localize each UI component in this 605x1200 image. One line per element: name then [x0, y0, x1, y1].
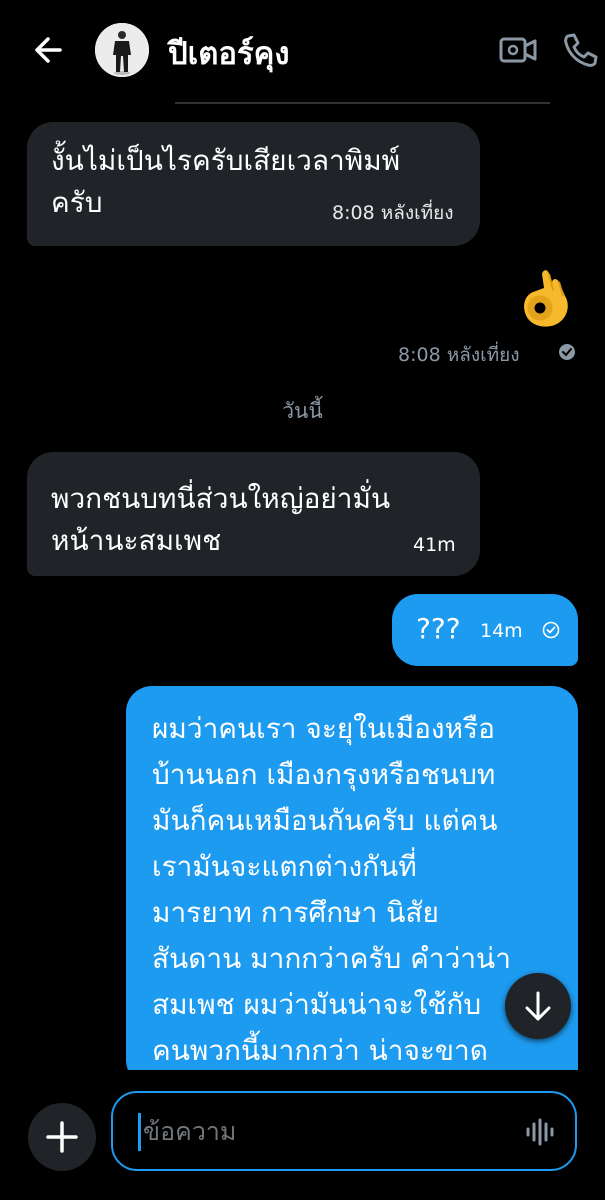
message-timestamp: 8:08 หลังเที่ยง — [398, 344, 520, 366]
scroll-to-bottom-button[interactable] — [505, 973, 571, 1039]
back-arrow-icon[interactable] — [30, 30, 70, 70]
arrow-down-icon — [525, 991, 551, 1021]
chat-header: ปีเตอร์คุง — [0, 0, 605, 100]
video-call-icon[interactable] — [498, 32, 538, 68]
text-cursor — [138, 1113, 141, 1151]
add-attachment-button[interactable] — [28, 1103, 96, 1171]
header-divider — [175, 102, 550, 104]
message-input-placeholder: ข้อความ — [143, 1117, 237, 1146]
message-text: ??? — [416, 612, 461, 645]
day-separator: วันนี้ — [282, 399, 323, 423]
message-timestamp: 14m — [480, 620, 523, 642]
voice-message-icon[interactable] — [523, 1115, 557, 1149]
sent-check-icon — [559, 344, 575, 360]
message-input[interactable]: ข้อความ — [111, 1091, 577, 1171]
contact-name[interactable]: ปีเตอร์คุง — [168, 28, 290, 78]
incoming-message-bubble[interactable]: พวกชนบทนี่ส่วนใหญ่อย่ามั่น หน้านะสมเพช 4… — [27, 452, 480, 576]
message-text: พวกชนบทนี่ส่วนใหญ่อย่ามั่น หน้านะสมเพช — [51, 482, 391, 557]
sent-check-icon — [542, 621, 560, 639]
phone-icon[interactable] — [560, 30, 600, 70]
avatar[interactable] — [95, 23, 149, 77]
message-composer: ข้อความ — [0, 1070, 605, 1200]
message-timestamp: 8:08 หลังเที่ยง — [332, 202, 454, 224]
ok-hand-emoji[interactable] — [515, 262, 575, 330]
avatar-photo — [95, 23, 149, 77]
message-text: ผมว่าคนเรา จะยุในเมืองหรือ บ้านนอก เมือง… — [152, 712, 511, 1086]
incoming-message-bubble[interactable]: งั้นไม่เป็นไรครับเสียเวลาพิมพ์ ครับ 8:08… — [27, 122, 480, 246]
outgoing-message-bubble[interactable]: ??? 14m — [392, 594, 578, 666]
message-timestamp: 41m — [413, 534, 456, 556]
plus-icon — [46, 1121, 78, 1153]
